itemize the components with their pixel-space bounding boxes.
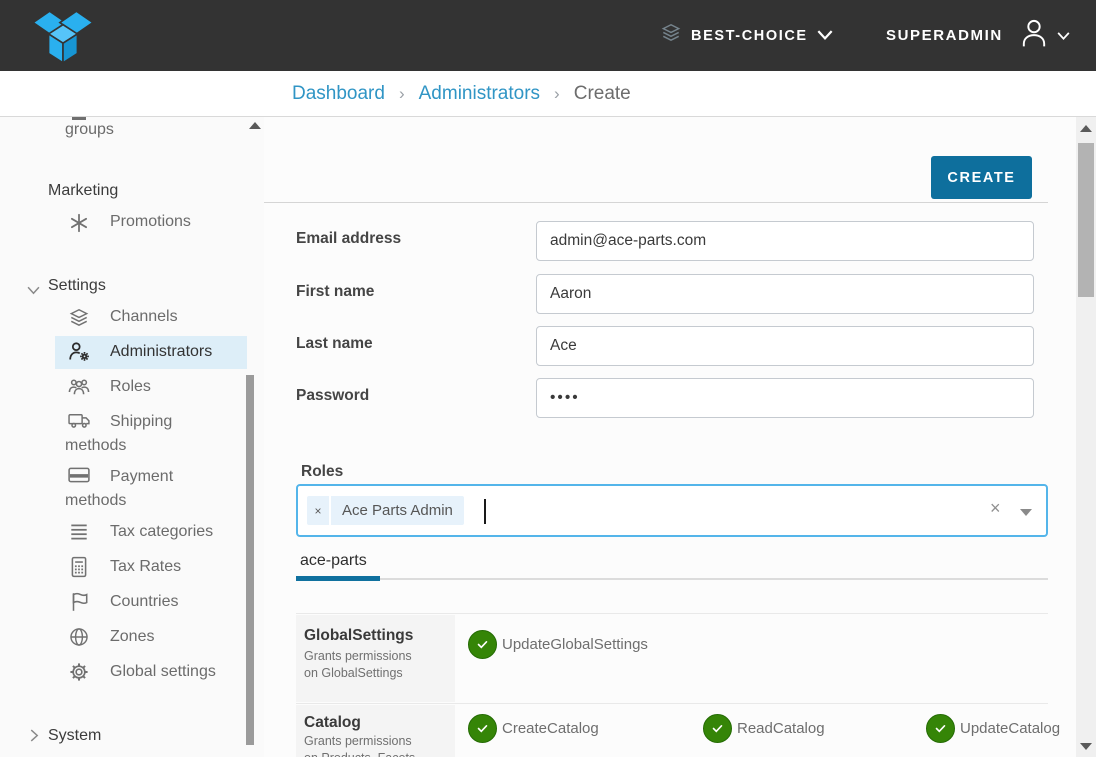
permission-group-cell: Catalog Grants permissions on Products, …	[296, 705, 455, 757]
sidebar-scrollbar-thumb[interactable]	[246, 375, 254, 745]
roles-chip: Ace Parts Admin	[331, 496, 464, 525]
breadcrumb: Dashboard › Administrators › Create	[292, 71, 631, 116]
check-icon	[475, 637, 490, 652]
snowflake-icon	[68, 212, 90, 234]
permission-label: CreateCatalog	[502, 714, 599, 743]
list-icon	[68, 521, 90, 543]
sidebar-item-countries[interactable]: Countries	[110, 593, 178, 611]
chevron-right-icon	[30, 729, 39, 747]
permission-group-name: GlobalSettings	[304, 627, 413, 645]
user-name: SUPERADMIN	[886, 27, 1003, 44]
toggle-read-catalog[interactable]	[703, 714, 732, 743]
breadcrumb-administrators[interactable]: Administrators	[419, 83, 540, 105]
first-name-label: First name	[296, 283, 374, 301]
sidebar-item-tax-categories[interactable]: Tax categories	[110, 523, 213, 541]
dropdown-arrow-icon[interactable]	[1020, 509, 1032, 516]
credit-card-icon	[68, 466, 90, 488]
sidebar-item-roles[interactable]: Roles	[110, 378, 151, 396]
permission-group-description: on Products, Facets	[304, 751, 415, 757]
users-icon	[68, 376, 90, 398]
last-name-label: Last name	[296, 335, 373, 353]
scroll-down-button[interactable]	[1080, 743, 1092, 750]
roles-label: Roles	[301, 463, 343, 481]
user-menu[interactable]: SUPERADMIN	[886, 0, 1070, 71]
check-icon	[475, 721, 490, 736]
main-content: CREATE Email address First name Last nam…	[264, 117, 1076, 757]
sidebar-item-shipping-methods-line2[interactable]: methods	[65, 437, 126, 455]
sidebar-item-customer-groups[interactable]: groups	[65, 121, 114, 139]
permission-group-cell: GlobalSettings Grants permissions on Glo…	[296, 615, 455, 702]
sidebar-item-zones[interactable]: Zones	[110, 628, 154, 646]
scroll-up-button[interactable]	[1080, 125, 1092, 132]
check-icon	[933, 721, 948, 736]
clear-icon[interactable]: ×	[990, 498, 1001, 519]
tab-ace-parts[interactable]: ace-parts	[300, 552, 367, 570]
permission-row-globalsettings: GlobalSettings Grants permissions on Glo…	[296, 613, 1048, 701]
sidebar-section-system[interactable]: System	[48, 727, 101, 745]
permission-group-description: Grants permissions	[304, 734, 412, 748]
breadcrumb-current: Create	[574, 83, 631, 105]
globe-icon	[68, 626, 90, 648]
sidebar-scroll-up-button[interactable]	[249, 122, 261, 129]
sidebar-item-tax-rates[interactable]: Tax Rates	[110, 558, 181, 576]
permission-label: ReadCatalog	[737, 714, 825, 743]
breadcrumb-dashboard[interactable]: Dashboard	[292, 83, 385, 105]
chevron-down-icon	[27, 282, 40, 300]
permission-label: UpdateGlobalSettings	[502, 630, 648, 659]
calculator-icon	[68, 556, 90, 578]
permission-group-name: Catalog	[304, 714, 361, 732]
channel-selector[interactable]: BEST-CHOICE	[660, 0, 833, 71]
sidebar-item-shipping-methods[interactable]: Shipping	[110, 413, 172, 431]
truck-icon	[68, 411, 90, 433]
chevron-down-icon	[1057, 27, 1070, 45]
toggle-update-catalog[interactable]	[926, 714, 955, 743]
permission-row-catalog: Catalog Grants permissions on Products, …	[296, 703, 1048, 757]
toggle-update-globalsettings[interactable]	[468, 630, 497, 659]
flag-icon	[68, 591, 90, 613]
toolbar-divider	[264, 202, 1048, 203]
sidebar-section-settings[interactable]: Settings	[48, 277, 106, 295]
sidebar-item-channels[interactable]: Channels	[110, 308, 178, 326]
layers-icon	[68, 307, 90, 329]
email-address-label: Email address	[296, 230, 401, 248]
password-label: Password	[296, 387, 369, 405]
breadcrumb-bar: Dashboard › Administrators › Create	[0, 71, 1096, 117]
gear-icon	[68, 661, 90, 683]
toggle-create-catalog[interactable]	[468, 714, 497, 743]
active-tab-indicator	[296, 576, 380, 581]
breadcrumb-separator: ›	[399, 84, 405, 104]
chevron-down-icon	[817, 27, 833, 45]
password-input[interactable]	[536, 378, 1034, 418]
last-name-input[interactable]	[536, 326, 1034, 366]
main-scrollbar[interactable]	[1076, 117, 1096, 757]
tab-track-line	[380, 578, 1048, 580]
channel-name: BEST-CHOICE	[691, 28, 808, 44]
layers-icon	[660, 22, 682, 49]
sidebar-item-promotions[interactable]: Promotions	[110, 213, 191, 231]
chip-remove-icon[interactable]: ×	[307, 496, 329, 525]
user-gear-icon	[68, 341, 90, 363]
create-button[interactable]: CREATE	[931, 156, 1032, 199]
sidebar-item-global-settings[interactable]: Global settings	[110, 663, 216, 681]
roles-select[interactable]: × Ace Parts Admin ×	[296, 484, 1048, 537]
sidebar-nav: groups Marketing Promotions Settings Cha…	[0, 117, 264, 757]
sidebar-item-administrators[interactable]: Administrators	[110, 343, 212, 361]
permission-label: UpdateCatalog	[960, 714, 1060, 743]
sidebar-item-payment-methods[interactable]: Payment	[110, 468, 173, 486]
first-name-input[interactable]	[536, 274, 1034, 314]
main-scrollbar-thumb[interactable]	[1078, 143, 1094, 297]
top-bar: BEST-CHOICE SUPERADMIN	[0, 0, 1096, 71]
permission-group-description: on GlobalSettings	[304, 666, 403, 680]
sidebar-section-marketing: Marketing	[48, 182, 118, 200]
email-address-input[interactable]	[536, 221, 1034, 261]
vendure-logo-icon[interactable]	[30, 7, 96, 70]
text-cursor	[484, 499, 486, 524]
app-window: BEST-CHOICE SUPERADMIN Dashboard › Admin…	[0, 0, 1096, 757]
check-icon	[710, 721, 725, 736]
customer-groups-icon	[72, 117, 86, 120]
permission-group-description: Grants permissions	[304, 649, 412, 663]
sidebar-item-payment-methods-line2[interactable]: methods	[65, 492, 126, 510]
breadcrumb-separator: ›	[554, 84, 560, 104]
person-icon	[1020, 18, 1048, 53]
